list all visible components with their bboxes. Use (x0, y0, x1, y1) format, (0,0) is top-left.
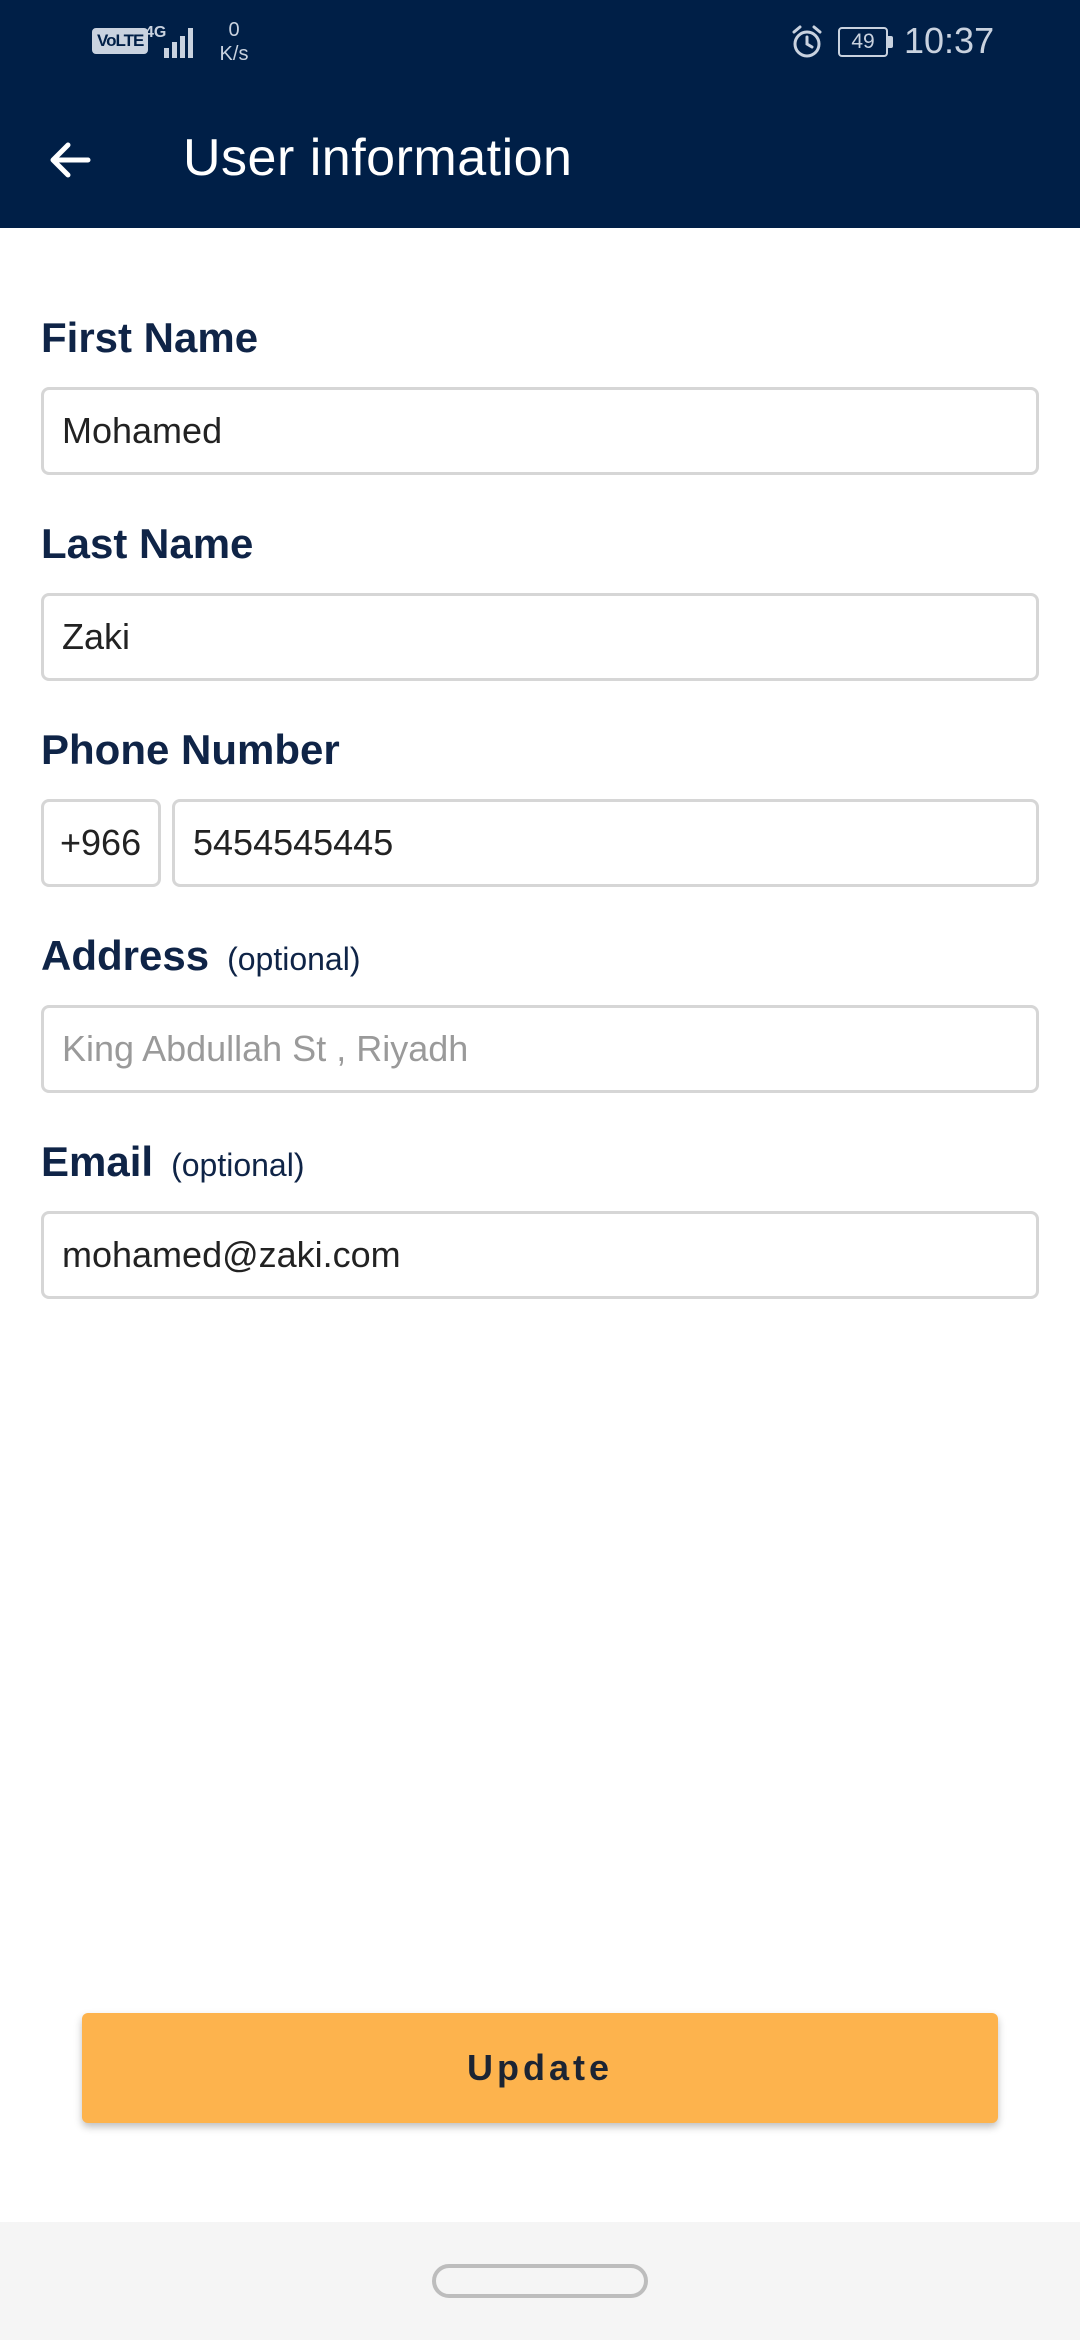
first-name-label: First Name (41, 314, 259, 361)
first-name-input[interactable]: Mohamed (41, 387, 1039, 475)
app-bar: User information (0, 84, 1080, 228)
address-label: Address (optional) (41, 932, 360, 980)
phone-number-label: Phone Number (41, 726, 340, 773)
address-optional-hint: (optional) (227, 941, 361, 977)
user-information-screen: VoLTE 4G 0 K/s 49 10:37 User information… (0, 0, 1080, 2340)
arrow-left-icon (50, 142, 91, 178)
battery-icon: 49 (838, 27, 894, 57)
volte-badge: VoLTE (92, 28, 149, 54)
alarm-icon (792, 25, 822, 58)
status-bar: VoLTE 4G 0 K/s 49 10:37 (0, 0, 1080, 84)
email-input[interactable]: mohamed@zaki.com (41, 1211, 1039, 1299)
last-name-label: Last Name (41, 520, 254, 567)
email-label: Email (optional) (41, 1138, 304, 1186)
email-label-text: Email (41, 1138, 154, 1185)
network-speed-value: 0 (228, 19, 240, 41)
email-optional-hint: (optional) (171, 1147, 305, 1183)
page-title: User information (183, 129, 573, 187)
last-name-input[interactable]: Zaki (41, 593, 1039, 681)
network-speed-unit: K/s (219, 43, 249, 65)
address-label-text: Address (41, 932, 210, 979)
home-gesture-bar[interactable] (432, 2264, 648, 2298)
address-input[interactable]: King Abdullah St , Riyadh (41, 1005, 1039, 1093)
country-code-input[interactable]: +966 (41, 799, 161, 887)
phone-number-input[interactable]: 5454545445 (172, 799, 1039, 887)
header-background: VoLTE 4G 0 K/s 49 10:37 User information (0, 0, 1080, 228)
update-button[interactable]: Update (82, 2013, 998, 2123)
network-speed: 0 K/s (214, 18, 254, 66)
signal-strength-icon (164, 28, 193, 58)
clock: 10:37 (904, 20, 995, 61)
back-button[interactable] (30, 120, 110, 200)
battery-level: 49 (838, 27, 888, 57)
navigation-bar (0, 2222, 1080, 2340)
